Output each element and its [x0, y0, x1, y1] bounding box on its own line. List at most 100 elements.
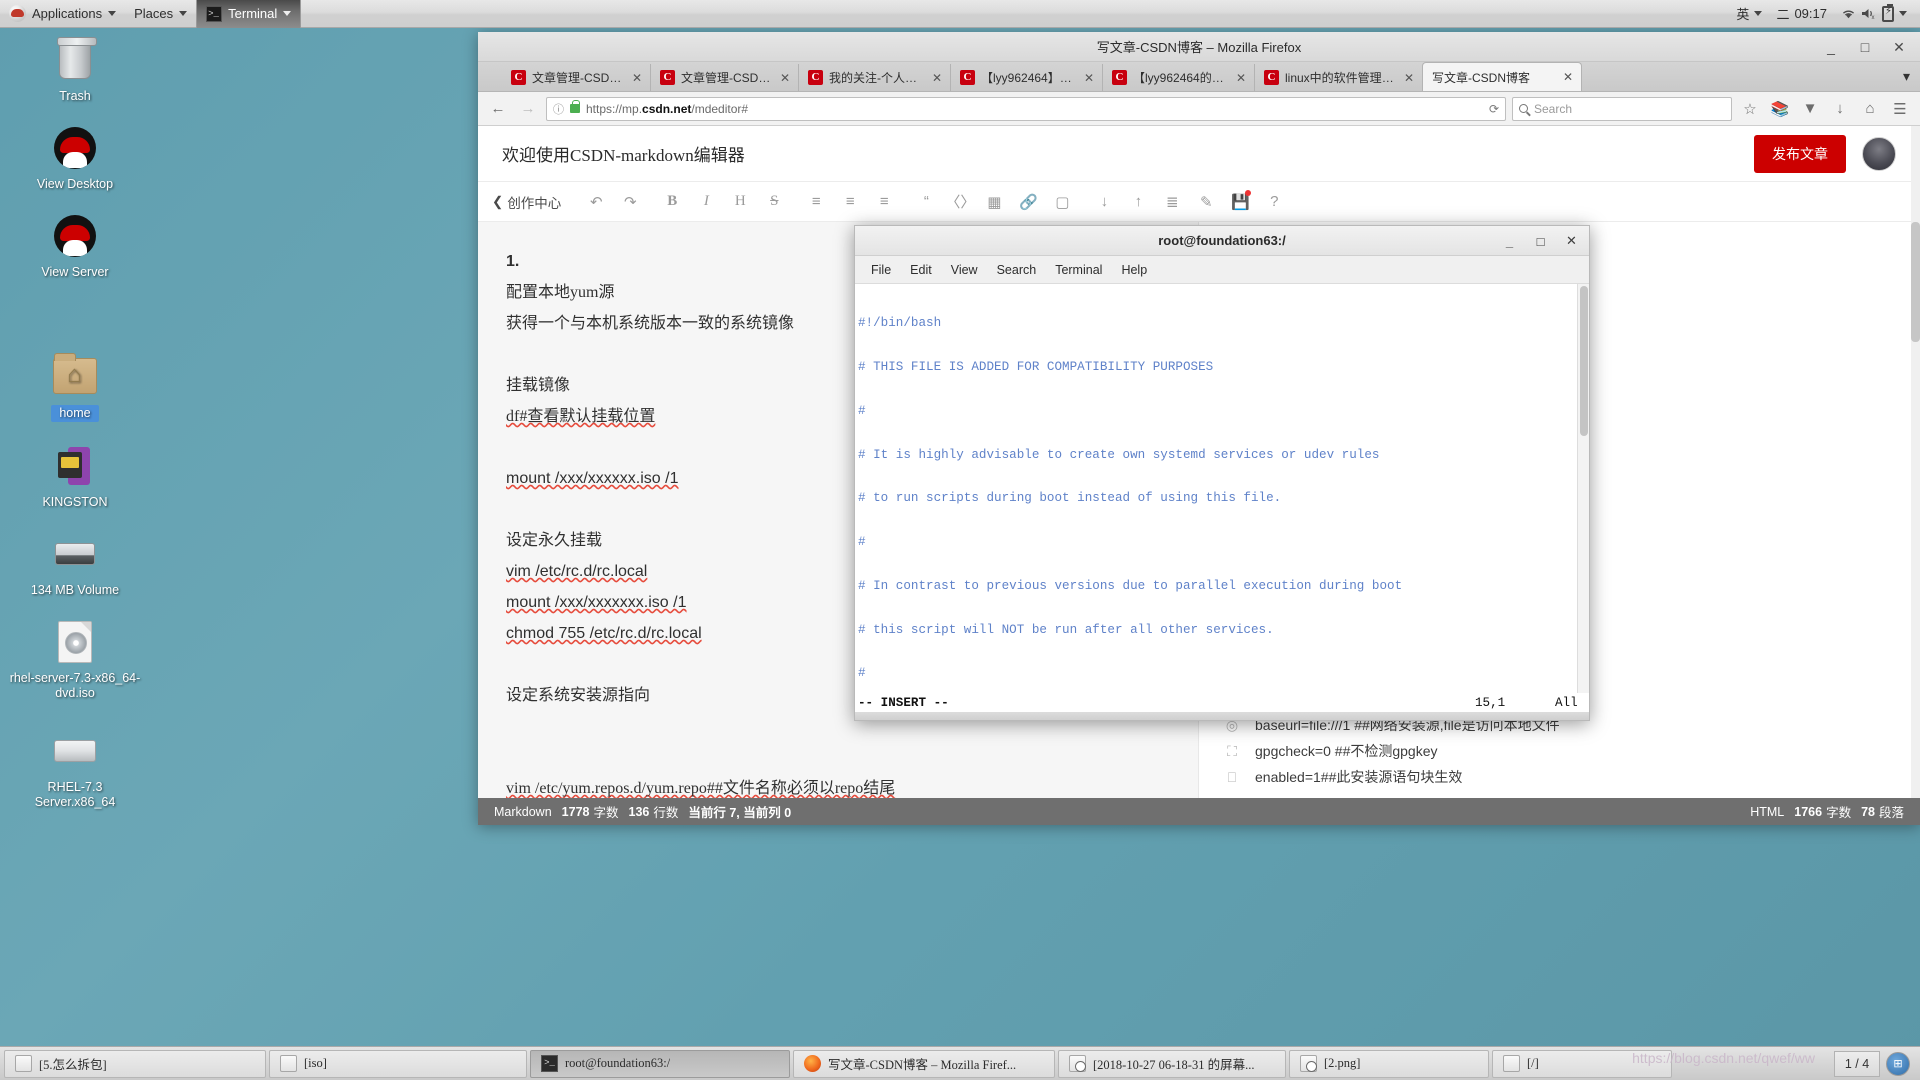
terminal-resize-grip[interactable]: [855, 712, 1589, 720]
clock[interactable]: 二 09:17: [1771, 0, 1832, 28]
maximize-button[interactable]: □: [1848, 32, 1882, 62]
desktop-icon-view-desktop[interactable]: View Desktop: [0, 122, 150, 192]
terminal-text-area[interactable]: #!/bin/bash # THIS FILE IS ADDED FOR COM…: [855, 284, 1589, 693]
terminal-icon: >_: [541, 1055, 558, 1072]
tab-close-icon[interactable]: ✕: [1404, 71, 1414, 85]
browser-tab-active[interactable]: 写文章-CSDN博客 ✕: [1422, 62, 1582, 91]
applications-menu[interactable]: Applications: [0, 0, 125, 28]
task-list-icon[interactable]: ≡: [869, 187, 899, 217]
browser-tab[interactable]: C 【lyy962464的博... ✕: [1102, 64, 1254, 91]
places-menu[interactable]: Places: [125, 0, 196, 28]
tab-close-icon[interactable]: ✕: [932, 71, 942, 85]
taskbar-item[interactable]: 写文章-CSDN博客 – Mozilla Firef...: [793, 1049, 1055, 1078]
downloads-icon[interactable]: ↓: [1828, 97, 1852, 121]
code-icon[interactable]: 〈〉: [945, 187, 975, 217]
link-icon[interactable]: 🔗: [1013, 187, 1043, 217]
minimize-button[interactable]: _: [1814, 32, 1848, 62]
workspace-pager[interactable]: 1 / 4: [1834, 1050, 1880, 1077]
bold-icon[interactable]: B: [657, 187, 687, 217]
avatar[interactable]: [1862, 136, 1896, 171]
table-icon[interactable]: ▦: [979, 187, 1009, 217]
menu-search[interactable]: Search: [989, 260, 1045, 280]
unsaved-indicator-dot: [1245, 189, 1252, 196]
desktop-icon-trash[interactable]: Trash: [0, 34, 150, 104]
page-info-icon[interactable]: ⓘ: [553, 101, 564, 117]
desktop-icon-volume[interactable]: 134 MB Volume: [0, 528, 150, 598]
scrollbar-thumb[interactable]: [1911, 222, 1920, 342]
redo-icon[interactable]: ↷: [615, 187, 645, 217]
menu-icon[interactable]: ☰: [1888, 97, 1912, 121]
bookmark-star-icon[interactable]: ☆: [1738, 97, 1762, 121]
library-icon[interactable]: 📚: [1768, 97, 1792, 121]
input-method-indicator[interactable]: 英: [1731, 0, 1767, 28]
url-bar[interactable]: ⓘ https://mp.csdn.net/mdeditor# ⟳: [546, 96, 1506, 121]
status-paragraph-count: 78: [1861, 804, 1875, 819]
image-icon[interactable]: ▢: [1047, 187, 1077, 217]
search-bar[interactable]: Search: [1512, 96, 1732, 121]
maximize-button[interactable]: □: [1525, 234, 1556, 249]
taskbar-item[interactable]: [iso]: [269, 1049, 527, 1078]
document-icon: [280, 1055, 297, 1072]
menu-file[interactable]: File: [863, 260, 899, 280]
menu-terminal[interactable]: Terminal: [1047, 260, 1110, 280]
close-button[interactable]: ✕: [1882, 32, 1916, 62]
forward-button[interactable]: →: [516, 97, 540, 121]
import-icon[interactable]: ↓: [1089, 187, 1119, 217]
taskbar-item[interactable]: [2.png]: [1289, 1049, 1489, 1078]
browser-tab[interactable]: C linux中的软件管理 ... ✕: [1254, 64, 1422, 91]
quote-icon[interactable]: “: [911, 187, 941, 217]
menu-view[interactable]: View: [943, 260, 986, 280]
page-scrollbar[interactable]: [1911, 126, 1920, 798]
pocket-icon[interactable]: ▼: [1798, 97, 1822, 121]
menu-help[interactable]: Help: [1113, 260, 1155, 280]
terminal-line: # In contrast to previous versions due t…: [858, 578, 1403, 593]
workspace-switcher-button[interactable]: ⊞: [1886, 1051, 1910, 1076]
reload-icon[interactable]: ⟳: [1489, 102, 1499, 116]
help-icon[interactable]: ?: [1259, 187, 1289, 217]
desktop-icon-view-server[interactable]: View Server: [0, 210, 150, 280]
active-app-menu[interactable]: >_ Terminal: [196, 0, 302, 28]
taskbar-item-active[interactable]: >_ root@foundation63:/: [530, 1049, 790, 1078]
caret-down-icon: [179, 11, 188, 16]
ordered-list-icon[interactable]: ≡: [835, 187, 865, 217]
tab-close-icon[interactable]: ✕: [1084, 71, 1094, 85]
tab-close-icon[interactable]: ✕: [1563, 70, 1573, 84]
tab-list-dropdown-icon[interactable]: ▾: [1893, 68, 1920, 85]
browser-tab[interactable]: C 【lyy962464】博... ✕: [950, 64, 1102, 91]
status-right-mode: HTML: [1750, 804, 1785, 819]
unordered-list-icon[interactable]: ≡: [801, 187, 831, 217]
terminal-scrollbar[interactable]: [1577, 284, 1589, 693]
system-indicators[interactable]: x: [1836, 0, 1912, 28]
status-line-count: 136: [628, 804, 650, 819]
desktop-icon-rhel-dvd[interactable]: RHEL-7.3 Server.x86_64: [0, 725, 150, 810]
desktop-icon-kingston[interactable]: KINGSTON: [0, 440, 150, 510]
tab-close-icon[interactable]: ✕: [780, 71, 790, 85]
minimize-button[interactable]: _: [1494, 234, 1525, 249]
undo-icon[interactable]: ↶: [581, 187, 611, 217]
pen-icon[interactable]: ✎: [1191, 187, 1221, 217]
monitor-icon: ⎕: [1227, 769, 1237, 785]
browser-tab[interactable]: C 文章管理-CSDN博客 ✕: [502, 64, 650, 91]
home-icon[interactable]: ⌂: [1858, 97, 1882, 121]
publish-article-button[interactable]: 发布文章: [1754, 134, 1846, 173]
tab-close-icon[interactable]: ✕: [1236, 71, 1246, 85]
taskbar-item[interactable]: [2018-10-27 06-18-31 的屏幕...: [1058, 1049, 1286, 1078]
save-icon[interactable]: 💾: [1225, 187, 1255, 217]
italic-icon[interactable]: I: [691, 187, 721, 217]
back-button[interactable]: ←: [486, 97, 510, 121]
toc-icon[interactable]: ≣: [1157, 187, 1187, 217]
close-button[interactable]: ✕: [1556, 233, 1587, 249]
back-to-creation-center-link[interactable]: ❮ 创作中心: [492, 192, 561, 212]
browser-tab[interactable]: C 我的关注-个人中心... ✕: [798, 64, 950, 91]
desktop-icon-iso[interactable]: rhel-server-7.3-x86_64-dvd.iso: [0, 616, 150, 701]
browser-tab[interactable]: C 文章管理-CSDN博客 ✕: [650, 64, 798, 91]
menu-edit[interactable]: Edit: [902, 260, 940, 280]
taskbar-item-label: 写文章-CSDN博客 – Mozilla Firef...: [828, 1058, 1017, 1072]
taskbar-item[interactable]: [5.怎么拆包]: [4, 1049, 266, 1078]
strikethrough-icon[interactable]: S: [759, 187, 789, 217]
export-icon[interactable]: ↑: [1123, 187, 1153, 217]
tab-close-icon[interactable]: ✕: [632, 71, 642, 85]
desktop-icon-home[interactable]: home: [0, 350, 150, 422]
heading-icon[interactable]: H: [725, 187, 755, 217]
scrollbar-thumb[interactable]: [1580, 286, 1588, 436]
